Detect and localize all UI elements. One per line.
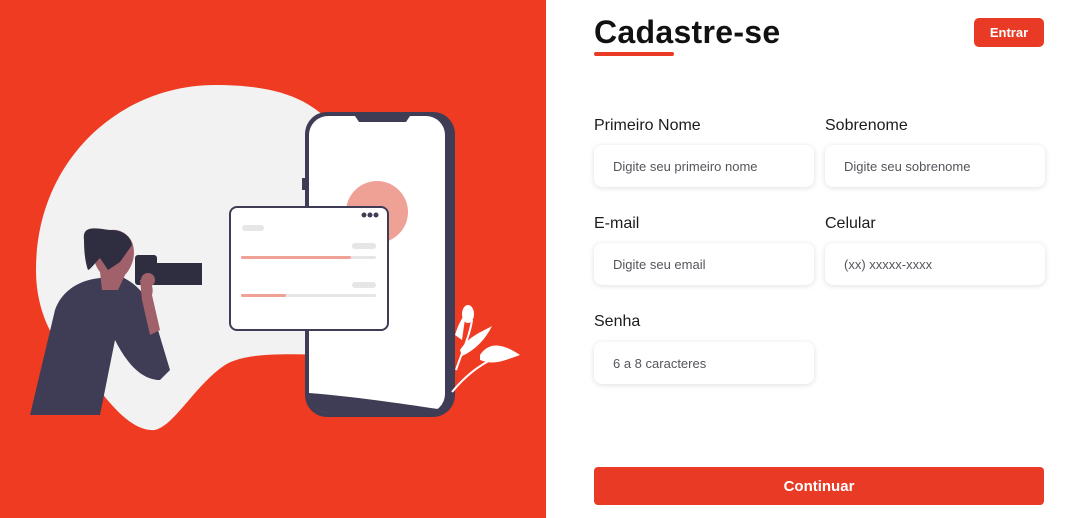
password-input[interactable] xyxy=(594,342,814,384)
password-label: Senha xyxy=(594,313,641,330)
phone-label: Celular xyxy=(825,215,876,232)
first-name-label: Primeiro Nome xyxy=(594,117,701,134)
last-name-input[interactable] xyxy=(825,145,1045,187)
login-button[interactable]: Entrar xyxy=(974,18,1044,47)
title-underline xyxy=(594,52,674,56)
last-name-label: Sobrenome xyxy=(825,117,908,134)
illustration-panel xyxy=(0,0,546,518)
page-title: Cadastre-se xyxy=(594,14,781,50)
email-label: E-mail xyxy=(594,215,640,232)
signup-form-panel: Cadastre-se Entrar Primeiro Nome Sobreno… xyxy=(546,0,1090,518)
photographer-phone-illustration xyxy=(30,85,520,431)
first-name-input[interactable] xyxy=(594,145,814,187)
camera-lens xyxy=(150,263,202,285)
continue-button[interactable]: Continuar xyxy=(594,467,1044,505)
phone-input[interactable] xyxy=(825,243,1045,285)
email-input[interactable] xyxy=(594,243,814,285)
